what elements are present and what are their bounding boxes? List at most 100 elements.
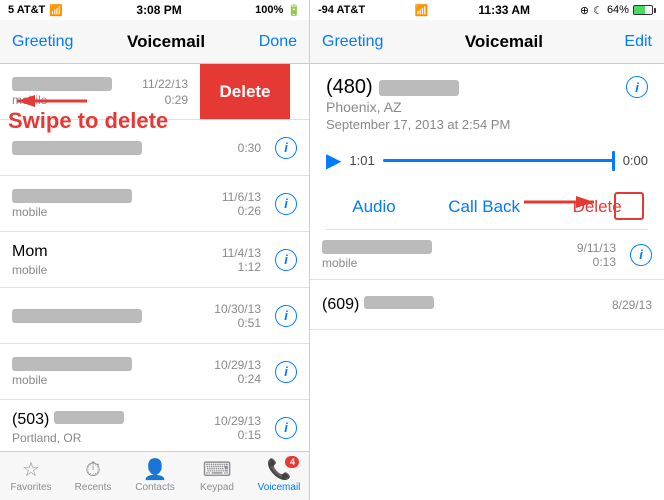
bottom-info-btn-1[interactable]: i (630, 244, 652, 266)
favorites-icon: ☆ (22, 460, 40, 480)
tab-keypad[interactable]: ⌨ Keypad (186, 460, 248, 493)
greeting-btn-right[interactable]: Greeting (322, 33, 383, 51)
status-bar-right: -94 AT&T 📶 11:33 AM ⊕ ☾ 64% (310, 0, 664, 20)
info-btn-1[interactable]: i (275, 137, 297, 159)
tab-contacts[interactable]: 👤 Contacts (124, 460, 186, 493)
bottom-vm-right-2: 8/29/13 (612, 298, 652, 312)
vm-dur-mom: 1:12 (238, 260, 261, 274)
detail-number: (480) (326, 76, 373, 99)
scrubber-time-remaining: 0:00 (623, 153, 648, 168)
tab-keypad-label: Keypad (200, 482, 234, 493)
scrubber-row[interactable]: ▶ 1:01 0:00 (326, 148, 648, 173)
contacts-icon: 👤 (143, 460, 168, 480)
play-button[interactable]: ▶ (326, 148, 341, 173)
keypad-icon: ⌨ (203, 460, 232, 480)
info-btn-503[interactable]: i (275, 417, 297, 439)
bottom-vm-date-2: 8/29/13 (612, 298, 652, 312)
time-left: 3:08 PM (136, 3, 181, 17)
nav-bar-left: Greeting Voicemail Done (0, 20, 309, 64)
vm-date-3: 10/30/13 (214, 302, 261, 316)
vm-item-3[interactable]: 10/30/13 0:51 i (0, 288, 309, 344)
vm-dur-503: 0:15 (238, 428, 261, 442)
greeting-btn-left[interactable]: Greeting (12, 33, 73, 51)
bottom-vm-date-1: 9/11/13 (577, 241, 616, 255)
voicemail-list-left: mobile 11/22/13 0:29 Delete Swipe to del… (0, 64, 309, 456)
detail-header: (480) Phoenix, AZ September 17, 2013 at … (326, 76, 648, 144)
bottom-vm-item-2[interactable]: (609) 8/29/13 (310, 280, 664, 330)
voicemail-title-left: Voicemail (127, 32, 205, 52)
battery-pct-right: 64% (607, 4, 629, 16)
wifi-icon-right: 📶 (415, 4, 429, 17)
detail-date: September 17, 2013 at 2:54 PM (326, 117, 510, 132)
status-icons-right: ⊕ ☾ 64% (580, 4, 656, 17)
done-btn-left[interactable]: Done (259, 33, 297, 51)
detail-number-row: (480) (326, 76, 510, 99)
vm-dur-swiped: 0:29 (165, 93, 188, 107)
status-bar-left: 5 AT&T 📶 3:08 PM 100% 🔋 (0, 0, 309, 20)
vm-item-4[interactable]: mobile 10/29/13 0:24 i (0, 344, 309, 400)
tab-favorites[interactable]: ☆ Favorites (0, 460, 62, 493)
tab-contacts-label: Contacts (135, 482, 174, 493)
vm-date-2: 11/6/13 (222, 190, 261, 204)
voicemail-badge: 4 (285, 456, 299, 468)
carrier-left: 5 AT&T (8, 4, 45, 16)
bottom-vm-dur-1: 0:13 (593, 255, 616, 269)
vm-name-mom: Mom (12, 243, 48, 261)
tab-voicemail[interactable]: 📞 4 Voicemail (248, 460, 310, 493)
bottom-vm-name-1 (322, 240, 432, 254)
info-btn-4[interactable]: i (275, 361, 297, 383)
tab-recents[interactable]: ⏱ Recents (62, 460, 124, 493)
bottom-vm-name-2: (609) (322, 296, 434, 314)
vm-dur-1: 0:30 (238, 141, 261, 155)
wifi-icon-left: 📶 (49, 4, 63, 17)
vm-name-2 (12, 189, 132, 203)
vm-date-swiped: 11/22/13 (142, 77, 188, 91)
bottom-vm-item-1[interactable]: mobile 9/11/13 0:13 i (310, 230, 664, 280)
bottom-vm-left-1: mobile (322, 240, 432, 270)
info-btn-3[interactable]: i (275, 305, 297, 327)
scrubber-time-elapsed: 1:01 (349, 153, 374, 168)
voicemail-title-right: Voicemail (465, 32, 543, 52)
vm-name-503: (503) (12, 411, 124, 429)
callback-button[interactable]: Call Back (448, 197, 520, 217)
swipe-label: Swipe to delete (8, 108, 168, 134)
vm-dur-4: 0:24 (238, 372, 261, 386)
info-btn-2[interactable]: i (275, 193, 297, 215)
vm-name-4 (12, 357, 132, 371)
time-right: 11:33 AM (478, 3, 530, 17)
detail-info-btn[interactable]: i (626, 76, 648, 98)
bottom-voicemail-list: mobile 9/11/13 0:13 i (609) 8/29/13 (310, 230, 664, 330)
vm-item-2[interactable]: mobile 11/6/13 0:26 i (0, 176, 309, 232)
voicemail-detail: (480) Phoenix, AZ September 17, 2013 at … (310, 64, 664, 230)
vm-item-503[interactable]: (503) Portland, OR 10/29/13 0:15 i (0, 400, 309, 456)
bottom-vm-inner-2: (609) 8/29/13 (322, 296, 652, 314)
right-panel: -94 AT&T 📶 11:33 AM ⊕ ☾ 64% Greeting Voi… (310, 0, 664, 500)
vm-name-3 (12, 309, 142, 323)
vm-dur-2: 0:26 (238, 204, 261, 218)
vm-date-503: 10/29/13 (214, 414, 261, 428)
delete-button[interactable]: Delete (200, 64, 290, 120)
tab-favorites-label: Favorites (10, 482, 51, 493)
vm-sub-2: mobile (12, 205, 132, 219)
battery-icon-right (633, 5, 656, 15)
scrubber-highlight-box (614, 192, 644, 220)
moon-icon: ☾ (593, 4, 603, 17)
detail-location: Phoenix, AZ (326, 99, 510, 115)
scrubber-thumb (612, 151, 615, 171)
battery-icon-left: 🔋 (287, 4, 301, 17)
info-btn-mom[interactable]: i (275, 249, 297, 271)
vm-name-1 (12, 141, 142, 155)
nav-bar-right: Greeting Voicemail Edit (310, 20, 664, 64)
audio-button[interactable]: Audio (352, 197, 395, 217)
bottom-vm-sub-1: mobile (322, 256, 432, 270)
vm-date-4: 10/29/13 (214, 358, 261, 372)
bottom-vm-left-2: (609) (322, 296, 434, 314)
tab-bar-left: ☆ Favorites ⏱ Recents 👤 Contacts ⌨ Keypa… (0, 451, 310, 500)
bottom-vm-inner-1: mobile 9/11/13 0:13 i (322, 240, 652, 270)
scrubber-track[interactable] (383, 159, 615, 162)
alarm-icon: ⊕ (580, 4, 589, 17)
vm-item-mom[interactable]: Mom mobile 11/4/13 1:12 i (0, 232, 309, 288)
tab-voicemail-label: Voicemail (258, 482, 301, 493)
detail-name-block: (480) Phoenix, AZ September 17, 2013 at … (326, 76, 510, 144)
edit-btn-right[interactable]: Edit (624, 33, 652, 51)
